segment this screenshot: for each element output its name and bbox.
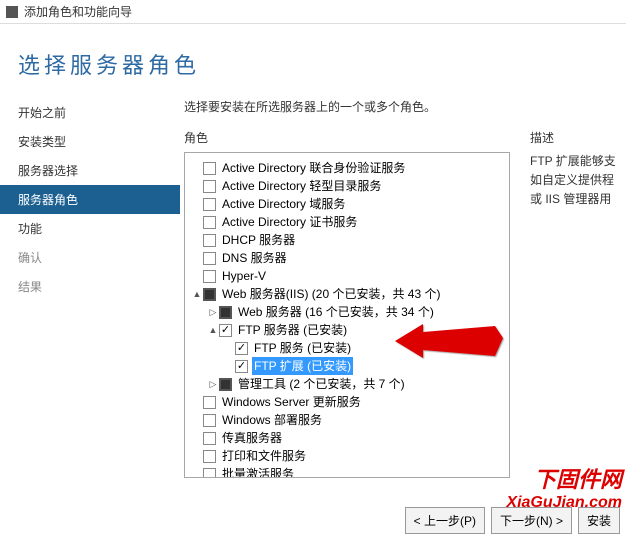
tree-row[interactable]: DHCP 服务器	[187, 231, 507, 249]
tree-checkbox[interactable]	[203, 432, 216, 445]
step-before-you-begin[interactable]: 开始之前	[0, 98, 180, 127]
collapse-icon[interactable]: ▲	[191, 285, 203, 303]
tree-item-label[interactable]: FTP 服务器 (已安装)	[236, 321, 349, 339]
tree-row[interactable]: DNS 服务器	[187, 249, 507, 267]
tree-checkbox[interactable]	[219, 378, 232, 391]
tree-item-label[interactable]: FTP 扩展 (已安装)	[252, 357, 353, 375]
wizard-content: 开始之前 安装类型 服务器选择 服务器角色 功能 确认 结果 选择要安装在所选服…	[0, 98, 626, 528]
tree-item-label[interactable]: Active Directory 轻型目录服务	[220, 177, 383, 195]
step-install-type[interactable]: 安装类型	[0, 127, 180, 156]
tree-checkbox[interactable]	[203, 198, 216, 211]
next-button[interactable]: 下一步(N) >	[491, 507, 572, 534]
tree-checkbox[interactable]	[203, 180, 216, 193]
tree-item-label[interactable]: Windows 部署服务	[220, 411, 324, 429]
collapse-icon[interactable]: ▲	[207, 321, 219, 339]
tree-row[interactable]: Active Directory 证书服务	[187, 213, 507, 231]
expand-icon[interactable]: ▷	[207, 375, 219, 393]
tree-checkbox[interactable]	[203, 414, 216, 427]
tree-item-label[interactable]: Hyper-V	[220, 267, 268, 285]
wizard-main: 选择要安装在所选服务器上的一个或多个角色。 角色 Active Director…	[180, 98, 626, 528]
tree-row[interactable]: 打印和文件服务	[187, 447, 507, 465]
tree-item-label[interactable]: Web 服务器 (16 个已安装，共 34 个)	[236, 303, 436, 321]
roles-column: 角色 Active Directory 联合身份验证服务Active Direc…	[184, 129, 510, 478]
tree-checkbox[interactable]	[203, 216, 216, 229]
tree-item-label[interactable]: Active Directory 联合身份验证服务	[220, 159, 407, 177]
description-text: FTP 扩展能够支 如自定义提供程 或 IIS 管理器用	[530, 152, 624, 210]
page-title: 选择服务器角色	[18, 48, 626, 80]
back-button[interactable]: < 上一步(P)	[405, 507, 485, 534]
tree-row[interactable]: Windows 部署服务	[187, 411, 507, 429]
step-features[interactable]: 功能	[0, 214, 180, 243]
tree-checkbox[interactable]	[203, 468, 216, 479]
description-column: 描述 FTP 扩展能够支 如自定义提供程 或 IIS 管理器用	[530, 129, 624, 478]
tree-checkbox[interactable]	[219, 306, 232, 319]
tree-item-label[interactable]: 打印和文件服务	[220, 447, 308, 465]
app-icon	[6, 6, 18, 18]
tree-row[interactable]: Active Directory 轻型目录服务	[187, 177, 507, 195]
tree-checkbox[interactable]	[203, 252, 216, 265]
tree-item-label[interactable]: FTP 服务 (已安装)	[252, 339, 353, 357]
tree-item-label[interactable]: Web 服务器(IIS) (20 个已安装，共 43 个)	[220, 285, 442, 303]
instruction-text: 选择要安装在所选服务器上的一个或多个角色。	[184, 98, 624, 115]
tree-row[interactable]: ▲ FTP 服务器 (已安装)	[187, 321, 507, 339]
wizard-footer: < 上一步(P) 下一步(N) > 安装	[405, 507, 620, 534]
tree-checkbox[interactable]	[235, 360, 248, 373]
roles-tree[interactable]: Active Directory 联合身份验证服务Active Director…	[184, 152, 510, 478]
step-server-selection[interactable]: 服务器选择	[0, 156, 180, 185]
tree-item-label[interactable]: Active Directory 证书服务	[220, 213, 359, 231]
step-results[interactable]: 结果	[0, 272, 180, 301]
tree-checkbox[interactable]	[203, 450, 216, 463]
tree-checkbox[interactable]	[219, 324, 232, 337]
tree-row[interactable]: 批量激活服务	[187, 465, 507, 478]
tree-row[interactable]: Active Directory 域服务	[187, 195, 507, 213]
step-server-roles[interactable]: 服务器角色	[0, 185, 180, 214]
tree-checkbox[interactable]	[203, 270, 216, 283]
tree-row[interactable]: 传真服务器	[187, 429, 507, 447]
tree-row[interactable]: FTP 服务 (已安装)	[187, 339, 507, 357]
description-label: 描述	[530, 129, 624, 146]
wizard-sidebar: 开始之前 安装类型 服务器选择 服务器角色 功能 确认 结果	[0, 98, 180, 528]
tree-item-label[interactable]: Active Directory 域服务	[220, 195, 347, 213]
install-button[interactable]: 安装	[578, 507, 620, 534]
tree-checkbox[interactable]	[203, 288, 216, 301]
roles-label: 角色	[184, 129, 510, 146]
tree-checkbox[interactable]	[235, 342, 248, 355]
window-title-bar: 添加角色和功能向导	[0, 0, 626, 24]
wizard-header: 选择服务器角色	[0, 24, 626, 98]
tree-item-label[interactable]: DNS 服务器	[220, 249, 289, 267]
tree-item-label[interactable]: 管理工具 (2 个已安装，共 7 个)	[236, 375, 407, 393]
window-title: 添加角色和功能向导	[24, 3, 132, 20]
tree-row[interactable]: ▷ Web 服务器 (16 个已安装，共 34 个)	[187, 303, 507, 321]
tree-item-label[interactable]: 传真服务器	[220, 429, 284, 447]
tree-item-label[interactable]: Windows Server 更新服务	[220, 393, 363, 411]
tree-checkbox[interactable]	[203, 396, 216, 409]
tree-row[interactable]: ▲ Web 服务器(IIS) (20 个已安装，共 43 个)	[187, 285, 507, 303]
tree-item-label[interactable]: 批量激活服务	[220, 465, 296, 478]
expand-icon[interactable]: ▷	[207, 303, 219, 321]
step-confirm[interactable]: 确认	[0, 243, 180, 272]
tree-row[interactable]: ▷ 管理工具 (2 个已安装，共 7 个)	[187, 375, 507, 393]
tree-checkbox[interactable]	[203, 234, 216, 247]
tree-checkbox[interactable]	[203, 162, 216, 175]
tree-row[interactable]: Windows Server 更新服务	[187, 393, 507, 411]
tree-row[interactable]: Hyper-V	[187, 267, 507, 285]
tree-row[interactable]: Active Directory 联合身份验证服务	[187, 159, 507, 177]
tree-row[interactable]: FTP 扩展 (已安装)	[187, 357, 507, 375]
tree-item-label[interactable]: DHCP 服务器	[220, 231, 297, 249]
